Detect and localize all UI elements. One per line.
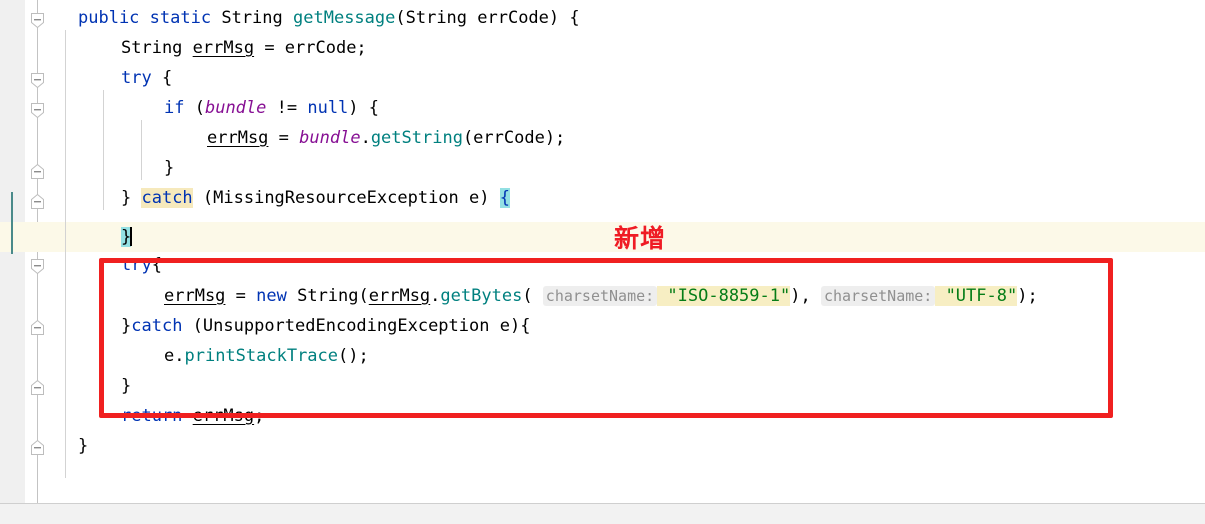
editor-footer-strip: [0, 503, 1205, 524]
fold-marker-icon[interactable]: [29, 102, 46, 119]
parameter-hint: charsetName:: [542, 286, 658, 306]
text-caret: [130, 227, 133, 246]
annotation-note-text: 新增: [614, 224, 667, 253]
code-line[interactable]: String errMsg = errCode;: [121, 33, 367, 63]
code-editor-window: public static String getMessage(String e…: [0, 0, 1205, 524]
fold-marker-icon[interactable]: [29, 439, 46, 456]
indent-guide: [103, 282, 104, 372]
changed-lines-marker[interactable]: [11, 222, 13, 254]
code-line[interactable]: e.printStackTrace();: [164, 341, 369, 371]
current-line-highlight-gutter: [0, 222, 51, 252]
fold-marker-icon[interactable]: [29, 319, 46, 336]
indent-guide: [103, 90, 104, 210]
code-line[interactable]: errMsg = bundle.getString(errCode);: [207, 123, 565, 153]
fold-marker-column[interactable]: [25, 0, 51, 504]
code-line[interactable]: errMsg = new String(errMsg.getBytes( cha…: [164, 281, 1038, 311]
fold-marker-icon[interactable]: [29, 72, 46, 89]
code-line[interactable]: }: [121, 371, 131, 401]
fold-marker-icon[interactable]: [29, 163, 46, 180]
editor-gutter[interactable]: [0, 0, 26, 504]
fold-marker-icon[interactable]: [29, 379, 46, 396]
code-line-current[interactable]: }: [121, 222, 133, 252]
fold-marker-icon[interactable]: [29, 193, 46, 210]
code-line[interactable]: } catch (MissingResourceException e) {: [121, 183, 510, 213]
indent-guide: [141, 120, 142, 180]
code-line[interactable]: }: [164, 153, 174, 183]
parameter-hint: charsetName:: [820, 286, 936, 306]
code-line[interactable]: try {: [121, 63, 172, 93]
code-line[interactable]: return errMsg;: [121, 401, 264, 431]
code-line[interactable]: if (bundle != null) {: [164, 93, 379, 123]
indent-guide: [65, 30, 66, 478]
code-line[interactable]: }catch (UnsupportedEncodingException e){: [121, 311, 530, 341]
code-line[interactable]: }: [78, 431, 88, 461]
code-line[interactable]: try{: [121, 250, 162, 280]
fold-marker-icon[interactable]: [29, 258, 46, 275]
fold-marker-icon[interactable]: [29, 12, 46, 29]
code-line[interactable]: public static String getMessage(String e…: [78, 3, 580, 33]
